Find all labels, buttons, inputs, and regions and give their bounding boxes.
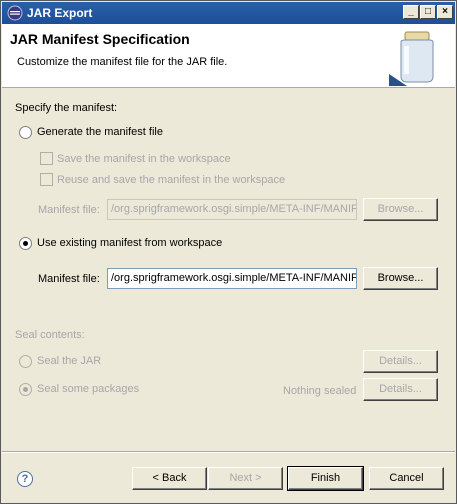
minimize-button[interactable]: _ bbox=[403, 5, 419, 19]
specify-manifest-label: Specify the manifest: bbox=[15, 102, 118, 114]
window-title: JAR Export bbox=[27, 6, 93, 20]
seal-packages-radio[interactable] bbox=[19, 383, 32, 396]
jar-wizard-icon bbox=[389, 31, 434, 86]
finish-button[interactable]: Finish bbox=[287, 466, 364, 491]
generate-manifest-label: Generate the manifest file bbox=[37, 126, 163, 138]
save-manifest-checkbox[interactable] bbox=[40, 152, 53, 165]
reuse-manifest-checkbox[interactable] bbox=[40, 173, 53, 186]
footer-separator bbox=[2, 451, 455, 453]
page-title: JAR Manifest Specification bbox=[10, 31, 190, 47]
use-existing-manifest-label: Use existing manifest from workspace bbox=[37, 237, 223, 249]
seal-packages-status: Nothing sealed bbox=[283, 385, 357, 397]
back-button[interactable]: < Back bbox=[132, 467, 207, 490]
existing-browse-button[interactable]: Browse... bbox=[363, 267, 438, 290]
next-button[interactable]: Next > bbox=[208, 467, 283, 490]
generated-manifest-file-label: Manifest file: bbox=[38, 204, 100, 216]
save-manifest-label: Save the manifest in the workspace bbox=[57, 153, 231, 165]
existing-manifest-file-label: Manifest file: bbox=[38, 273, 100, 285]
seal-contents-label: Seal contents: bbox=[15, 329, 85, 341]
title-bar: JAR Export _ □ × bbox=[2, 2, 455, 24]
close-button[interactable]: × bbox=[437, 5, 453, 19]
generate-manifest-radio[interactable] bbox=[19, 126, 32, 139]
page-description: Customize the manifest file for the JAR … bbox=[17, 56, 228, 68]
seal-jar-label: Seal the JAR bbox=[37, 355, 102, 367]
help-icon[interactable]: ? bbox=[17, 471, 33, 487]
generated-manifest-file-input[interactable]: /org.sprigframework.osgi.simple/META-INF… bbox=[107, 199, 357, 220]
cancel-button[interactable]: Cancel bbox=[369, 467, 444, 490]
jar-export-window: JAR Export _ □ × JAR Manifest Specificat… bbox=[0, 0, 457, 504]
seal-packages-details-button[interactable]: Details... bbox=[363, 378, 438, 401]
reuse-manifest-label: Reuse and save the manifest in the works… bbox=[57, 174, 286, 186]
maximize-button[interactable]: □ bbox=[420, 5, 436, 19]
generated-browse-button[interactable]: Browse... bbox=[363, 198, 438, 221]
existing-manifest-file-input[interactable]: /org.sprigframework.osgi.simple/META-INF… bbox=[107, 268, 357, 289]
seal-jar-radio[interactable] bbox=[19, 355, 32, 368]
seal-jar-details-button[interactable]: Details... bbox=[363, 350, 438, 373]
use-existing-manifest-radio[interactable] bbox=[19, 237, 32, 250]
eclipse-app-icon bbox=[7, 5, 23, 21]
seal-packages-label: Seal some packages bbox=[37, 383, 140, 395]
wizard-banner: JAR Manifest Specification Customize the… bbox=[2, 24, 455, 88]
